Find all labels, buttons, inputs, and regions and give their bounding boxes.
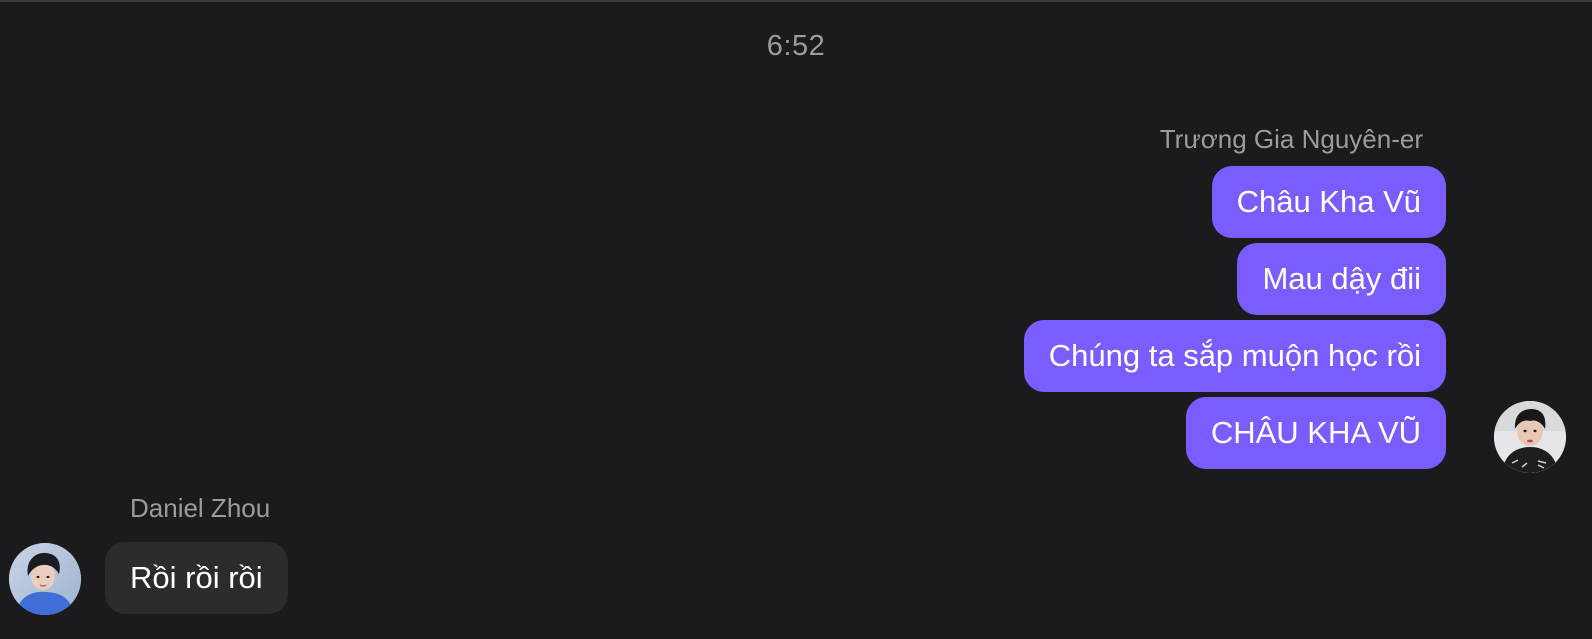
incoming-message-bubble[interactable]: Rồi rồi rồi <box>105 542 288 614</box>
user-avatar-photo-icon <box>9 543 81 615</box>
user-avatar-photo-icon <box>1494 401 1566 473</box>
outgoing-message-group: Châu Kha Vũ Mau dậy đii Chúng ta sắp muộ… <box>1023 166 1446 474</box>
outgoing-user-avatar[interactable] <box>1494 401 1566 473</box>
outgoing-message-bubble[interactable]: Chúng ta sắp muộn học rồi <box>1023 320 1446 392</box>
message-timestamp: 6:52 <box>766 30 826 62</box>
outgoing-message-bubble[interactable]: CHÂU KHA VŨ <box>1185 397 1446 469</box>
outgoing-message-bubble[interactable]: Châu Kha Vũ <box>1211 166 1446 238</box>
outgoing-sender-name: Trương Gia Nguyên-er <box>1159 124 1423 154</box>
window-top-border <box>0 0 1592 2</box>
outgoing-message-bubble[interactable]: Mau dậy đii <box>1237 243 1446 315</box>
incoming-user-avatar[interactable] <box>9 543 81 615</box>
incoming-sender-name: Daniel Zhou <box>130 493 271 523</box>
